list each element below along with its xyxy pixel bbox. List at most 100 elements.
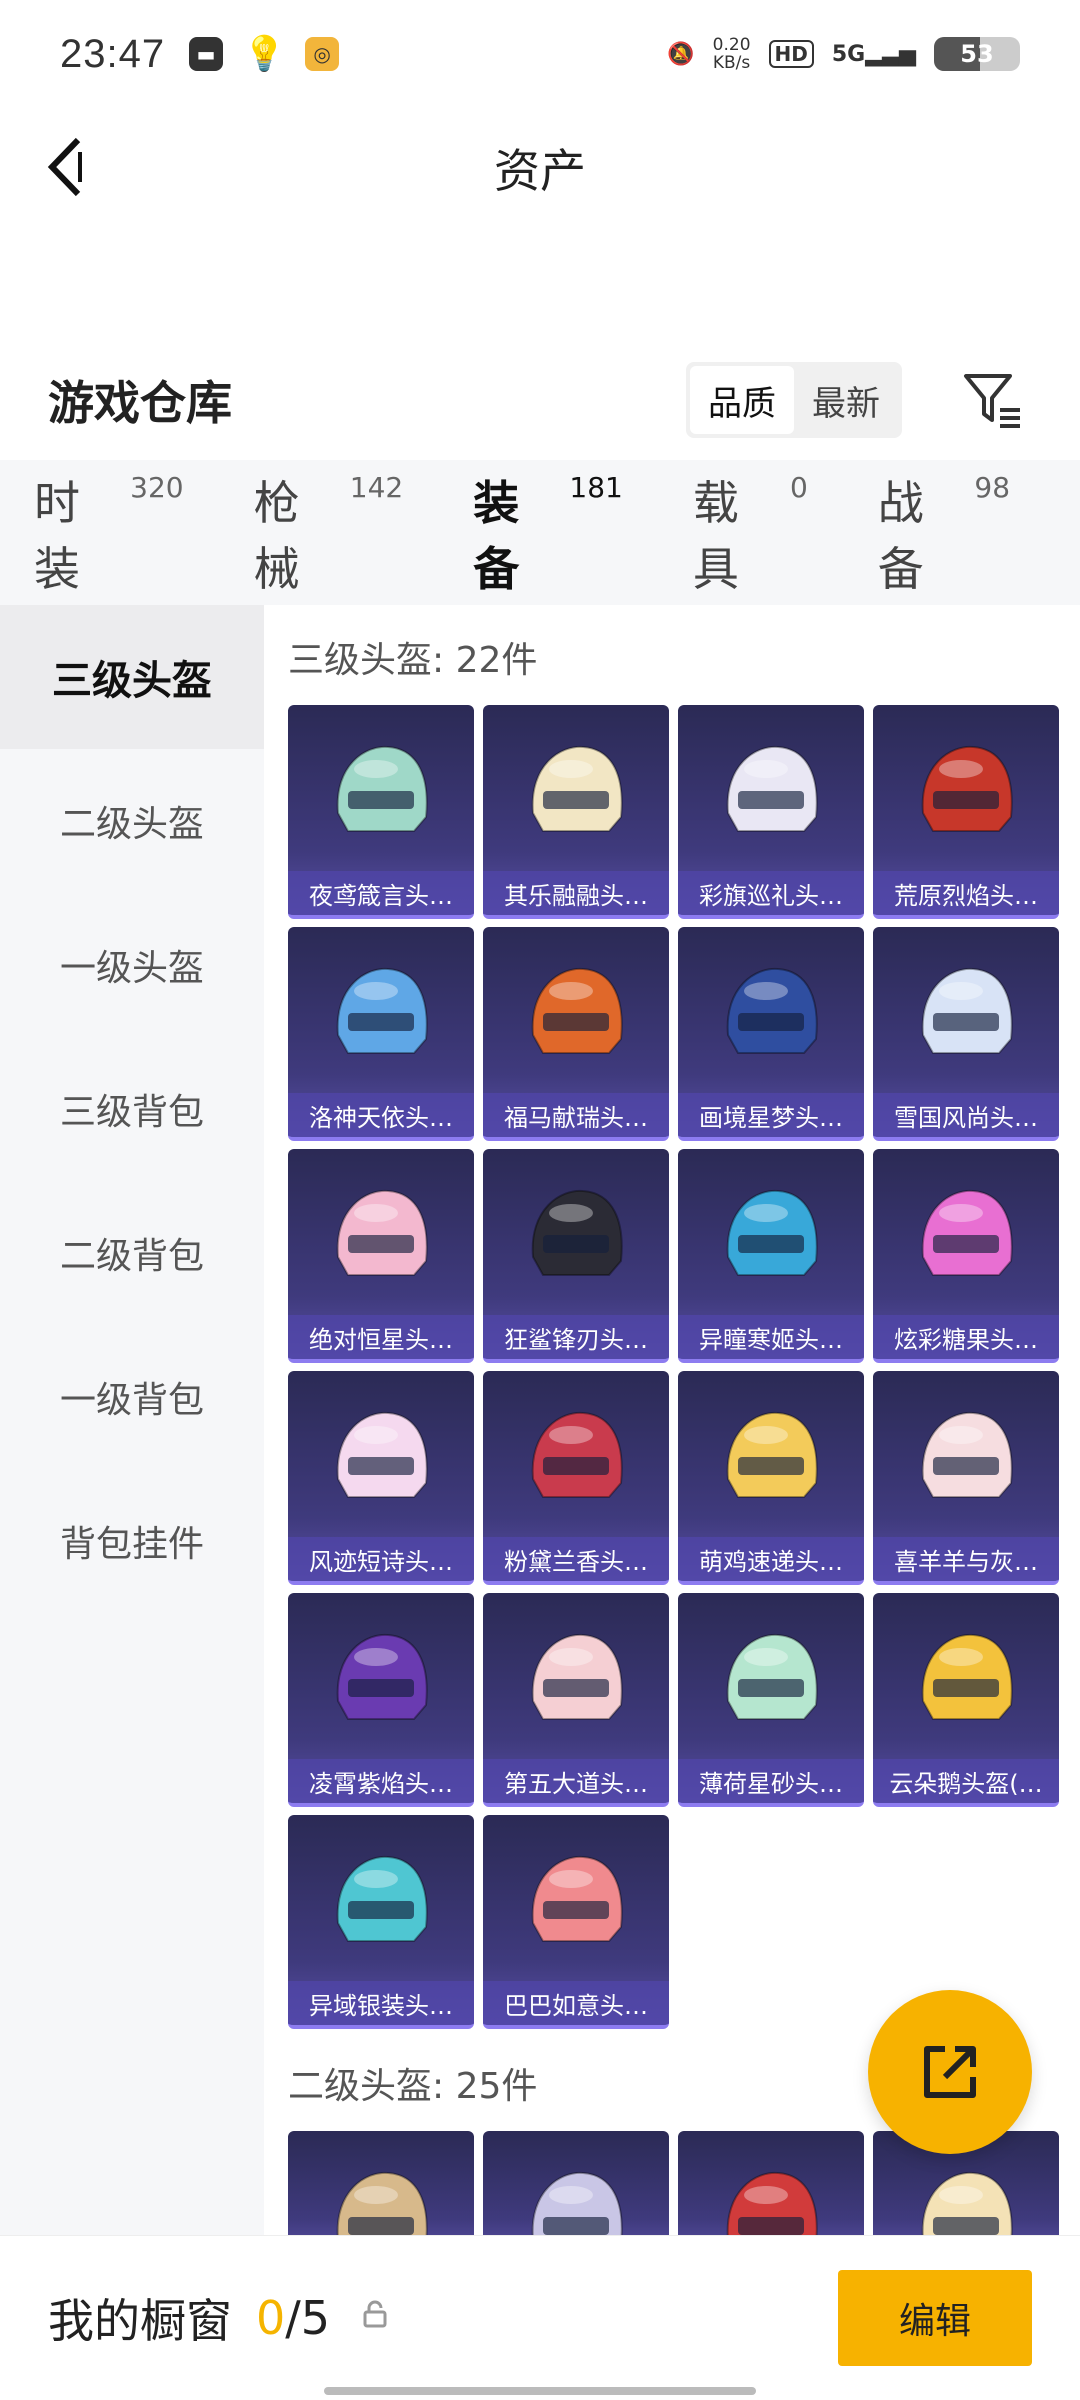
item-name: 狂鲨锋刃头… [483,1315,669,1359]
sidebar-item-level2-backpack[interactable]: 二级背包 [0,1181,264,1325]
helmet-icon [921,1633,1013,1720]
net-speed: 0.20 KB/s [713,36,751,72]
helmet-icon [726,1411,818,1498]
page-title: 资产 [494,144,586,198]
helmet-icon [726,2171,818,2235]
item-name: 福马献瑞头… [483,1093,669,1137]
sort-option-newest[interactable]: 最新 [794,366,898,434]
showcase-bar: 我的橱窗 0/5 编辑 [0,2235,1080,2400]
showcase-count-total: /5 [285,2291,331,2345]
app-notification-icon: ◎ [305,37,340,71]
sidebar-item-backpack-charm[interactable]: 背包挂件 [0,1469,264,1613]
item-card[interactable]: 荒原烈焰头… [873,705,1059,919]
helmet-icon [531,1411,623,1498]
item-card[interactable]: 其乐融融头… [483,705,669,919]
item-card[interactable]: 异瞳寒姬头… [678,1149,864,1363]
tab-fashion[interactable]: 时装 320 [34,467,184,599]
status-bar-right: 🔕 0.20 KB/s HD 5G▂▃▅ 53 [667,36,1020,72]
item-name: 绝对恒星头… [288,1315,474,1359]
helmet-icon [921,745,1013,832]
item-card[interactable]: 异域银装头… [288,1815,474,2029]
item-name: 巴巴如意头… [483,1981,669,2025]
item-name: 风迹短诗头… [288,1537,474,1581]
warehouse-title: 游戏仓库 [48,376,232,430]
item-card[interactable]: 喜羊羊与灰… [873,1371,1059,1585]
helmet-icon [336,2171,428,2235]
tab-count: 181 [569,470,623,504]
tab-supplies[interactable]: 战备 98 [878,467,1010,599]
item-card[interactable]: 雪国风尚头… [873,927,1059,1141]
tab-label: 装备 [473,475,520,596]
category-tabs: 时装 320 枪械 142 装备 181 载具 0 战备 98 [0,460,1080,627]
item-card[interactable]: 狂鲨锋刃头… [483,1149,669,1363]
tab-vehicles[interactable]: 载具 0 [693,467,808,599]
item-card[interactable]: 绝对恒星头… [288,1149,474,1363]
hd-badge: HD [768,40,814,68]
helmet-icon [726,967,818,1054]
item-name: 炫彩糖果头… [873,1315,1059,1359]
item-card[interactable] [288,2131,474,2235]
helmet-icon [336,745,428,832]
sidebar-item-level3-helmet[interactable]: 三级头盔 [0,605,264,749]
sidebar-item-level1-backpack[interactable]: 一级背包 [0,1325,264,1469]
filter-button[interactable] [952,360,1032,440]
sidebar-item-level3-backpack[interactable]: 三级背包 [0,1037,264,1181]
item-name: 其乐融融头… [483,871,669,915]
battery-level: 53 [960,40,994,68]
item-card[interactable]: 风迹短诗头… [288,1371,474,1585]
item-grid: 夜鸢箴言头… 其乐融融头… 彩旗巡礼头… 荒原烈焰头… 洛神天依头… 福马献瑞头… 画境星梦… [288,705,1080,2029]
helmet-icon [921,1411,1013,1498]
subcategory-sidebar: 三级头盔 二级头盔 一级头盔 三级背包 二级背包 一级背包 背包挂件 [0,605,264,2235]
message-icon: ▬ [189,37,224,71]
item-card[interactable]: 画境星梦头… [678,927,864,1141]
back-button[interactable] [40,132,110,202]
helmet-icon [531,1855,623,1942]
item-card[interactable]: 第五大道头… [483,1593,669,1807]
battery-icon: 53 [934,37,1020,71]
sidebar-item-level1-helmet[interactable]: 一级头盔 [0,893,264,1037]
status-bar: 23:47 ▬ 💡 ◎ 🔕 0.20 KB/s HD 5G▂▃▅ 53 [0,0,1080,108]
helmet-icon [336,967,428,1054]
sort-option-quality[interactable]: 品质 [690,366,794,434]
item-name: 粉黛兰香头… [483,1537,669,1581]
signal-5g-icon: 5G▂▃▅ [831,41,916,67]
tab-weapons[interactable]: 枪械 142 [254,467,404,599]
helmet-icon [531,1189,623,1276]
showcase-title: 我的橱窗 [48,2294,232,2348]
sort-toggle: 品质 最新 [686,362,902,438]
item-name: 萌鸡速递头… [678,1537,864,1581]
sidebar-item-level2-helmet[interactable]: 二级头盔 [0,749,264,893]
net-speed-unit: KB/s [712,53,751,73]
item-name: 夜鸢箴言头… [288,871,474,915]
item-card[interactable]: 粉黛兰香头… [483,1371,669,1585]
item-card[interactable]: 巴巴如意头… [483,1815,669,2029]
section-title: 三级头盔: 22件 [288,640,538,681]
item-card[interactable]: 云朵鹅头盔(… [873,1593,1059,1807]
home-indicator[interactable] [324,2387,756,2395]
network-type: 5G [831,41,866,67]
item-name: 荒原烈焰头… [873,871,1059,915]
item-card[interactable]: 洛神天依头… [288,927,474,1141]
item-card[interactable]: 薄荷星砂头… [678,1593,864,1807]
tab-equipment[interactable]: 装备 181 [473,467,623,627]
item-card[interactable]: 福马献瑞头… [483,927,669,1141]
item-card[interactable]: 炫彩糖果头… [873,1149,1059,1363]
item-card[interactable] [678,2131,864,2235]
tab-count: 142 [349,470,404,504]
item-name: 第五大道头… [483,1759,669,1803]
tab-count: 320 [130,470,184,504]
item-name: 云朵鹅头盔(… [873,1759,1059,1803]
item-card[interactable] [483,2131,669,2235]
tab-label: 枪械 [253,475,300,596]
item-name: 异域银装头… [288,1981,474,2025]
item-name: 异瞳寒姬头… [678,1315,864,1359]
helmet-icon [531,745,623,832]
item-card[interactable]: 彩旗巡礼头… [678,705,864,919]
showcase-count-current: 0 [256,2291,286,2345]
item-card[interactable]: 凌霄紫焰头… [288,1593,474,1807]
edit-button[interactable]: 编辑 [838,2270,1032,2366]
share-button[interactable] [868,1990,1032,2154]
item-name: 彩旗巡礼头… [678,871,864,915]
item-card[interactable]: 夜鸢箴言头… [288,705,474,919]
item-card[interactable]: 萌鸡速递头… [678,1371,864,1585]
